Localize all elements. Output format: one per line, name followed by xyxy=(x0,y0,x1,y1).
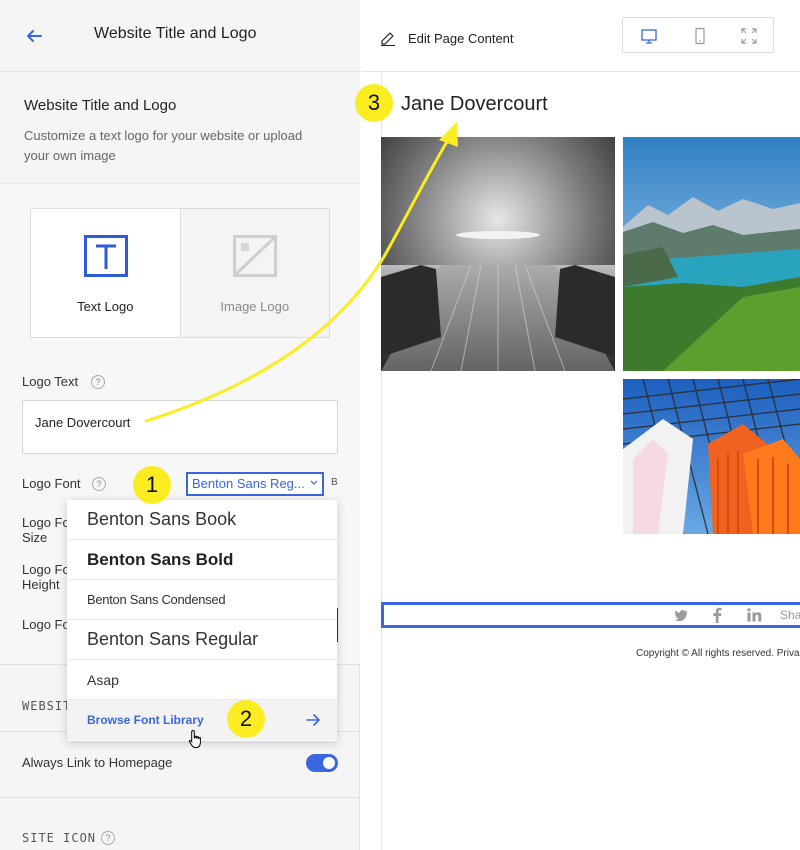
font-option[interactable]: Benton Sans Bold xyxy=(67,540,337,580)
linkedin-icon[interactable] xyxy=(747,608,762,622)
gallery-image-colorful-umbrellas[interactable] xyxy=(623,379,800,534)
font-option-label: Benton Sans Condensed xyxy=(87,592,226,607)
divider xyxy=(0,797,360,798)
logo-font-color-label: Logo Fo xyxy=(22,617,70,632)
device-view-switcher xyxy=(622,17,774,53)
share-label[interactable]: Sha xyxy=(780,608,800,622)
twitter-icon[interactable] xyxy=(674,608,688,622)
gallery-image-bw-pier[interactable] xyxy=(381,137,615,371)
mobile-view-icon[interactable] xyxy=(691,27,709,45)
arrow-right-icon xyxy=(306,714,320,726)
image-logo-option[interactable]: Image Logo xyxy=(179,209,329,337)
font-option[interactable]: Benton Sans Regular xyxy=(67,620,337,660)
section-description: Customize a text logo for your website o… xyxy=(24,128,303,163)
text-logo-option[interactable]: Text Logo xyxy=(31,209,180,337)
site-logo-text[interactable]: Jane Dovercourt xyxy=(401,93,548,116)
logo-font-height-label: Logo Fo Height xyxy=(22,562,70,592)
always-link-label: Always Link to Homepage xyxy=(22,755,173,770)
social-share-bar[interactable]: Sha xyxy=(381,602,800,628)
edit-page-content-button[interactable]: Edit Page Content xyxy=(408,31,514,46)
logo-text-input[interactable]: Jane Dovercourt xyxy=(22,400,338,454)
logo-font-select[interactable]: Benton Sans Reg... xyxy=(186,472,324,496)
site-icon-heading: SITE ICON xyxy=(22,831,97,845)
facebook-icon[interactable] xyxy=(712,607,722,623)
annotation-badge-1: 1 xyxy=(133,466,171,504)
fullscreen-icon[interactable] xyxy=(740,27,758,45)
preview-panel: Edit Page Content Jane Dovercourt Sha Co… xyxy=(361,0,800,850)
font-option-label: Benton Sans Bold xyxy=(87,549,234,569)
annotation-badge-3: 3 xyxy=(355,84,393,122)
pencil-icon xyxy=(381,32,395,46)
back-arrow-icon[interactable] xyxy=(24,26,44,46)
website-section-heading: WEBSIT xyxy=(22,699,72,713)
site-icon-help-icon[interactable]: ? xyxy=(101,831,115,845)
font-option-label: Asap xyxy=(87,671,119,688)
toggle-knob xyxy=(323,757,335,769)
logo-text-label: Logo Text xyxy=(22,374,79,389)
always-link-toggle[interactable] xyxy=(306,754,338,772)
font-weight-tag[interactable]: B xyxy=(331,477,338,488)
image-logo-icon xyxy=(232,235,277,277)
section-title: Website Title and Logo xyxy=(24,97,177,114)
pointer-cursor-icon xyxy=(188,729,201,748)
font-option[interactable]: Benton Sans Condensed xyxy=(67,580,337,620)
image-logo-label: Image Logo xyxy=(220,299,290,314)
gallery-image-mountain-lake[interactable] xyxy=(623,137,800,371)
text-logo-label: Text Logo xyxy=(77,299,134,314)
font-option[interactable]: Asap xyxy=(67,660,337,700)
logo-font-size-label: Logo Fo Size xyxy=(22,515,70,545)
desktop-view-icon[interactable] xyxy=(640,27,658,45)
font-dropdown: Benton Sans Book Benton Sans Bold Benton… xyxy=(67,500,337,741)
logo-font-help-icon[interactable]: ? xyxy=(92,477,106,491)
annotation-badge-2: 2 xyxy=(227,700,265,738)
preview-toolbar: Edit Page Content xyxy=(361,0,800,72)
font-option[interactable]: Benton Sans Book xyxy=(67,500,337,540)
font-option-label: Benton Sans Book xyxy=(87,509,237,529)
browse-font-library-label: Browse Font Library xyxy=(87,713,204,727)
logo-type-selector: Text Logo Image Logo xyxy=(30,208,330,338)
chevron-down-icon xyxy=(310,480,318,485)
logo-font-label: Logo Font xyxy=(22,476,81,491)
font-option-label: Benton Sans Regular xyxy=(87,629,259,649)
logo-font-value: Benton Sans Reg... xyxy=(192,476,305,491)
panel-title: Website Title and Logo xyxy=(94,25,257,42)
text-logo-icon xyxy=(84,235,128,277)
panel-header: Website Title and Logo xyxy=(0,0,360,72)
copyright-text: Copyright © All rights reserved. Priva xyxy=(636,648,800,659)
logo-text-help-icon[interactable]: ? xyxy=(91,375,105,389)
